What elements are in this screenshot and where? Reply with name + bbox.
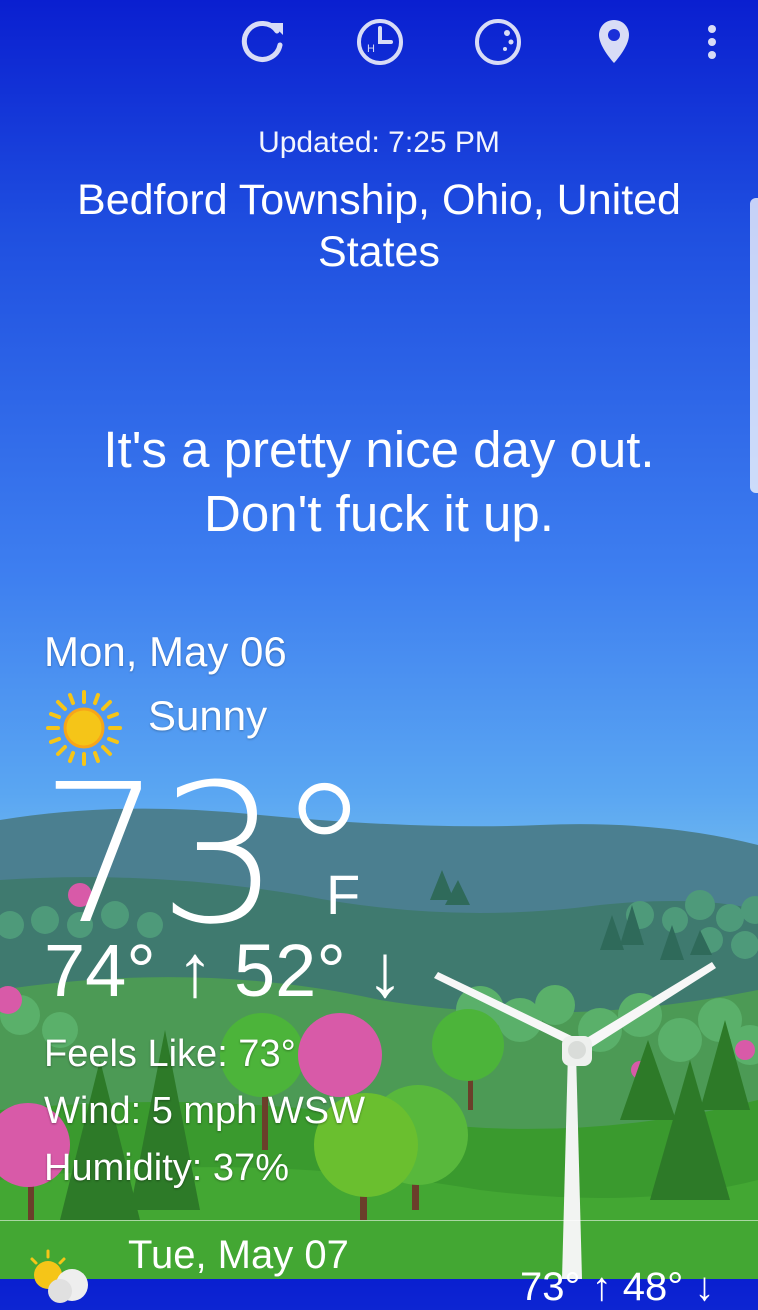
more-vert-icon — [708, 25, 716, 59]
today-forecast: Mon, May 06 Sunny — [44, 628, 287, 766]
temperature-unit[interactable]: F — [326, 862, 360, 927]
svg-text:H: H — [367, 43, 375, 55]
forecast-divider — [0, 1220, 758, 1221]
location-pin-icon — [599, 20, 629, 63]
moon-phase-button[interactable] — [470, 14, 526, 70]
hourly-forecast-button[interactable]: H — [352, 14, 408, 70]
humidity: Humidity: 37% — [44, 1147, 289, 1189]
more-options-button[interactable] — [684, 14, 740, 70]
weather-message: It's a pretty nice day out. Don't fuck i… — [103, 421, 655, 542]
updated-time: Updated: 7:25 PM — [258, 126, 500, 159]
top-toolbar: H — [0, 0, 758, 90]
green-tree-b — [432, 1009, 504, 1081]
next-day-date: Tue, May 07 — [128, 1233, 349, 1277]
refresh-icon — [241, 20, 283, 62]
hourly-clock-icon: H — [357, 19, 403, 65]
wind: Wind: 5 mph WSW — [44, 1090, 365, 1132]
high-low-temperature: 74° ↑ 52° ↓ — [44, 929, 404, 1012]
location-button[interactable] — [586, 14, 642, 70]
next-day-temps: 73° ↑ 48° ↓ — [520, 1265, 715, 1309]
current-temperature: 73° — [40, 744, 372, 967]
location-name: Bedford Township, Ohio, United States — [77, 176, 681, 276]
moon-phase-icon — [475, 19, 521, 65]
refresh-button[interactable] — [234, 14, 290, 70]
next-day-forecast[interactable]: Tue, May 07 73° ↑ 48° ↓ — [0, 1225, 758, 1309]
today-date: Mon, May 06 — [44, 628, 287, 675]
condition-text: Sunny — [148, 692, 268, 739]
scroll-indicator[interactable] — [750, 198, 758, 493]
weather-details: Feels Like: 73° Wind: 5 mph WSW Humidity… — [44, 1026, 365, 1197]
feels-like: Feels Like: 73° — [44, 1033, 296, 1075]
partly-cloudy-icon — [30, 1249, 88, 1303]
